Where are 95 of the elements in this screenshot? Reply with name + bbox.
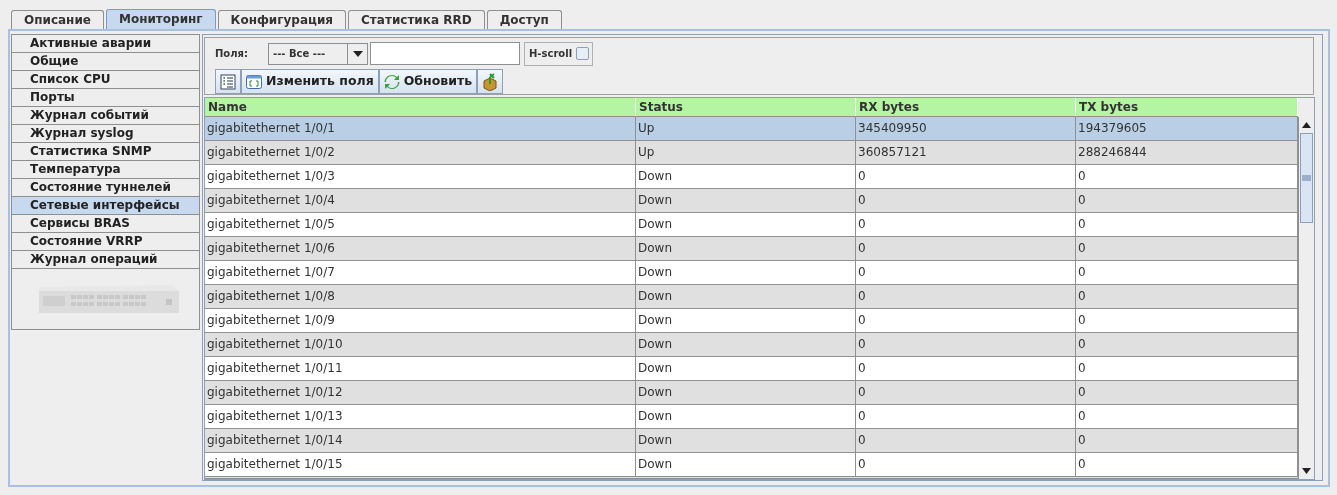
checkbox[interactable] [576, 47, 590, 60]
table-row[interactable]: gigabitethernet 1/0/15 Down 0 0 [205, 453, 1298, 477]
table-row[interactable]: gigabitethernet 1/0/14 Down 0 0 [205, 429, 1298, 453]
checkbox-label: H-scroll [529, 47, 573, 61]
table-row[interactable]: gigabitethernet 1/0/5 Down 0 0 [205, 213, 1298, 237]
tab[interactable]: Мониторинг [105, 9, 216, 29]
table-cell: 360857121 [856, 141, 1076, 164]
tab[interactable]: Конфигурация [217, 10, 347, 29]
filter-input-field[interactable] [370, 42, 520, 65]
table-row[interactable]: gigabitethernet 1/0/2 Up 360857121 288246844 [205, 141, 1298, 165]
table-cell: Down [636, 309, 856, 332]
scrollbar[interactable] [1298, 117, 1314, 479]
sidebar-item[interactable]: Общие [12, 52, 199, 70]
tab[interactable]: Описание [11, 10, 104, 29]
sidebar-item[interactable]: Состояние туннелей [12, 178, 199, 196]
table-cell: gigabitethernet 1/0/15 [205, 453, 636, 476]
table-row[interactable]: gigabitethernet 1/0/11 Down 0 0 [205, 357, 1298, 381]
table-cell: Down [636, 453, 856, 476]
sidebar-item[interactable]: Журнал событий [12, 106, 199, 124]
table-row[interactable]: gigabitethernet 1/0/3 Down 0 0 [205, 165, 1298, 189]
dropdown-arrow-icon [352, 50, 363, 57]
table-row[interactable]: gigabitethernet 1/0/10 Down 0 0 [205, 333, 1298, 357]
table-cell: 345409950 [856, 117, 1076, 140]
table-cell: Down [636, 285, 856, 308]
tab[interactable]: Статистика RRD [348, 10, 485, 29]
table-cell: 0 [856, 381, 1076, 404]
table-row[interactable]: gigabitethernet 1/0/1 Up 345409950 194379605 [205, 117, 1298, 141]
column-header[interactable]: TX bytes [1076, 98, 1298, 116]
table-cell: gigabitethernet 1/0/14 [205, 429, 636, 452]
sidebar-item[interactable]: Сервисы BRAS [12, 214, 199, 232]
table-cell: gigabitethernet 1/0/8 [205, 285, 636, 308]
table-cell: 0 [856, 357, 1076, 380]
sidebar-item[interactable]: Журнал операций [12, 250, 199, 268]
refresh-icon [383, 73, 400, 90]
table-cell: gigabitethernet 1/0/12 [205, 381, 636, 404]
column-header[interactable]: RX bytes [856, 98, 1076, 116]
sidebar-item[interactable]: Температура [12, 160, 199, 178]
sidebar-item[interactable]: Сетевые интерфейсы [12, 196, 199, 214]
table-cell: 0 [856, 333, 1076, 356]
dropdown[interactable]: --- Все --- [268, 42, 368, 65]
table-row[interactable]: gigabitethernet 1/0/13 Down 0 0 [205, 405, 1298, 429]
table-row[interactable]: gigabitethernet 1/0/7 Down 0 0 [205, 261, 1298, 285]
window-icon [246, 74, 262, 89]
table-cell: Down [636, 381, 856, 404]
table-row[interactable]: gigabitethernet 1/0/12 Down 0 0 [205, 381, 1298, 405]
table-cell: Down [636, 165, 856, 188]
table-cell: 0 [856, 237, 1076, 260]
column-header[interactable]: Name [205, 98, 636, 116]
table-cell: 0 [856, 405, 1076, 428]
table-cell: 0 [856, 165, 1076, 188]
table-cell: 0 [856, 309, 1076, 332]
table-cell: Down [636, 405, 856, 428]
table-cell: Down [636, 429, 856, 452]
table-cell: gigabitethernet 1/0/6 [205, 237, 636, 260]
table-cell: gigabitethernet 1/0/1 [205, 117, 636, 140]
table-cell: gigabitethernet 1/0/7 [205, 261, 636, 284]
table-row[interactable]: gigabitethernet 1/0/4 Down 0 0 [205, 189, 1298, 213]
table-row[interactable]: gigabitethernet 1/0/6 Down 0 0 [205, 237, 1298, 261]
table-cell: Down [636, 237, 856, 260]
table-cell: gigabitethernet 1/0/9 [205, 309, 636, 332]
field-label: Поля: [215, 47, 249, 61]
table-cell: Down [636, 333, 856, 356]
table-cell: Up [636, 117, 856, 140]
table-cell: gigabitethernet 1/0/11 [205, 357, 636, 380]
table-cell: Down [636, 189, 856, 212]
export-button[interactable] [477, 69, 504, 94]
scroll-thumb[interactable] [1300, 133, 1313, 223]
table-cell: gigabitethernet 1/0/5 [205, 213, 636, 236]
box-arrow-icon [482, 72, 499, 91]
sidebar-item[interactable]: Активные аварии [12, 34, 199, 52]
table-cell: 0 [856, 189, 1076, 212]
table-cell: gigabitethernet 1/0/13 [205, 405, 636, 428]
table-cell: Down [636, 357, 856, 380]
tab[interactable]: Доступ [486, 10, 562, 29]
table-cell: Up [636, 141, 856, 164]
table-cell: gigabitethernet 1/0/2 [205, 141, 636, 164]
table-cell: gigabitethernet 1/0/10 [205, 333, 636, 356]
table-cell: 0 [856, 213, 1076, 236]
table-cell: Down [636, 213, 856, 236]
column-header[interactable]: Status [636, 98, 856, 116]
sidebar-item[interactable]: Журнал syslog [12, 124, 199, 142]
table-cell: Down [636, 261, 856, 284]
table-cell: 0 [856, 285, 1076, 308]
table-cell: gigabitethernet 1/0/3 [205, 165, 636, 188]
list-view-button[interactable] [215, 69, 241, 94]
refresh-button[interactable]: Обновить [378, 69, 478, 94]
table-cell: 0 [856, 261, 1076, 284]
edit-fields-button[interactable]: Изменить поля [241, 69, 379, 94]
sidebar-item[interactable]: Порты [12, 88, 199, 106]
list-icon [220, 73, 236, 90]
table-row[interactable]: gigabitethernet 1/0/9 Down 0 0 [205, 309, 1298, 333]
table-cell: 0 [856, 453, 1076, 476]
table-cell: 0 [856, 429, 1076, 452]
table-cell: gigabitethernet 1/0/4 [205, 189, 636, 212]
table-row[interactable]: gigabitethernet 1/0/8 Down 0 0 [205, 285, 1298, 309]
